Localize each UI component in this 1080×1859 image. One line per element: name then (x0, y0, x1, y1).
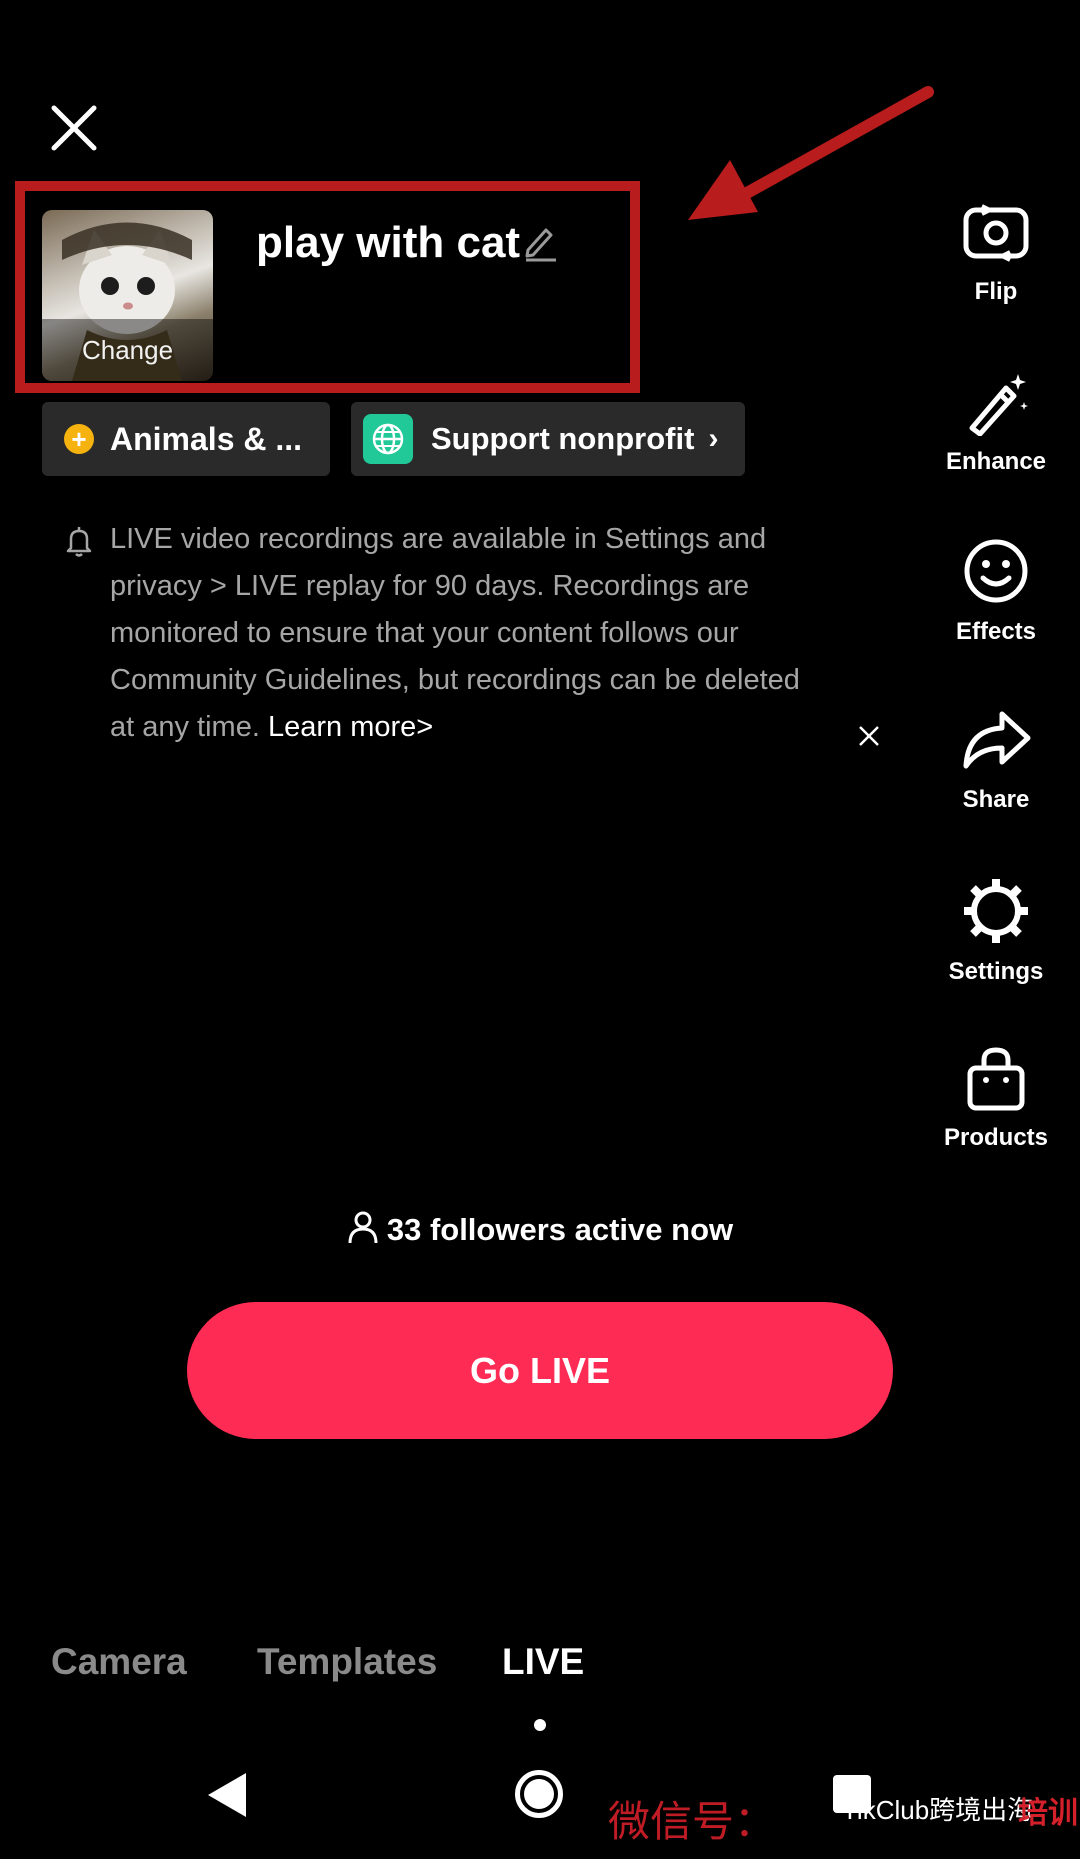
smiley-icon (964, 539, 1028, 603)
watermark-brand: TikClub跨境出海 (842, 1795, 1034, 1825)
learn-more-link[interactable]: Learn more> (268, 711, 433, 743)
watermark-cn: 微信号： (608, 1798, 777, 1845)
nonprofit-label: Support nonprofit (431, 421, 695, 456)
tab-camera[interactable]: Camera (51, 1641, 187, 1683)
flip-camera-icon (963, 204, 1029, 262)
system-back-button[interactable] (204, 1770, 250, 1820)
rail-label: Flip (974, 278, 1018, 305)
tab-live[interactable]: LIVE (502, 1641, 584, 1683)
shopping-bag-icon (967, 1047, 1025, 1111)
live-replay-notice: LIVE video recordings are available in S… (110, 516, 830, 751)
rail-products-button[interactable]: Products (926, 1046, 1066, 1152)
plus-icon: + (64, 424, 94, 454)
live-title[interactable]: play with cat (256, 218, 520, 268)
bell-icon (62, 524, 96, 558)
rail-effects-button[interactable]: Effects (926, 536, 1066, 646)
edit-title-button[interactable] (520, 222, 560, 262)
close-icon (51, 105, 97, 151)
active-tab-indicator (534, 1719, 546, 1731)
back-triangle-icon (208, 1773, 246, 1817)
go-live-button[interactable]: Go LIVE (187, 1302, 893, 1439)
rail-label: Share (962, 786, 1030, 813)
rail-flip-button[interactable]: Flip (926, 198, 1066, 306)
followers-text: 33 followers active now (386, 1212, 734, 1247)
topic-label: Animals & ... (110, 420, 303, 457)
rail-settings-button[interactable]: Settings (926, 876, 1066, 986)
rail-share-button[interactable]: Share (926, 708, 1066, 814)
dismiss-notice-button[interactable] (854, 721, 884, 751)
rail-label: Settings (948, 958, 1044, 985)
followers-active-status: 33 followers active now (0, 1210, 1080, 1252)
cover-thumbnail[interactable]: Change (42, 210, 213, 381)
person-icon (347, 1210, 379, 1252)
topic-chip[interactable]: + Animals & ... (42, 402, 330, 476)
share-arrow-icon (963, 711, 1031, 769)
watermark-brand-tail: 培训 (1018, 1797, 1078, 1830)
rail-label: Enhance (945, 448, 1047, 475)
notice-text: LIVE video recordings are available in S… (110, 523, 800, 743)
magic-wand-icon (969, 374, 1028, 436)
close-button[interactable] (44, 98, 104, 158)
rail-label: Effects (955, 618, 1037, 645)
annotation-arrow (688, 86, 934, 220)
change-cover-label: Change (42, 319, 213, 381)
globe-icon (363, 414, 413, 464)
rail-enhance-button[interactable]: Enhance (926, 370, 1066, 476)
rail-label: Products (943, 1124, 1048, 1151)
tab-templates[interactable]: Templates (257, 1641, 437, 1683)
support-nonprofit-chip[interactable]: Support nonprofit › (351, 402, 745, 476)
system-home-button[interactable] (515, 1770, 563, 1818)
chevron-right-icon: › (708, 422, 719, 455)
gear-icon (964, 879, 1028, 943)
close-icon (859, 726, 879, 746)
pencil-icon (525, 228, 556, 262)
